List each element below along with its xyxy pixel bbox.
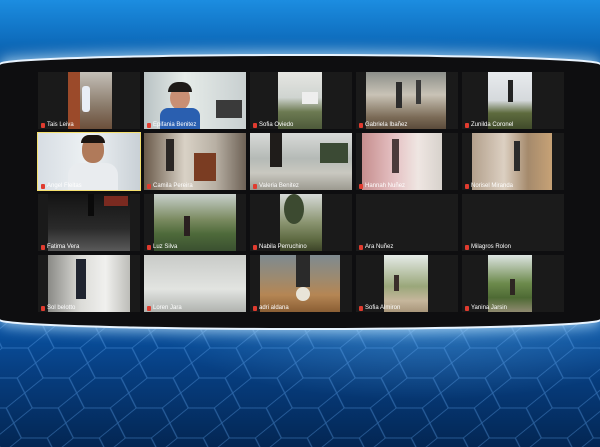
muted-mic-icon [465,244,469,250]
participant-name: Yanina Jarsin [471,305,507,311]
participant-video [38,133,140,190]
muted-mic-icon [465,305,469,311]
muted-mic-icon [41,305,45,311]
participant-name: Epifania Benitez [153,122,197,128]
participant-tile[interactable]: Valeria Benitez [250,133,352,190]
muted-mic-icon [465,122,469,128]
participant-video [48,194,130,251]
participant-video [488,72,532,129]
participant-tile[interactable]: Zunilda Coronel [462,72,564,129]
participant-name: Luz Silva [153,244,178,250]
participant-video [472,133,552,190]
participant-name: Fatima Vera [47,244,80,250]
participant-video [488,255,532,312]
participant-tile[interactable]: Yanina Jarsin [462,255,564,312]
muted-mic-icon [359,183,363,189]
top-background [0,0,600,62]
participant-name: Sofia Oviedo [259,122,294,128]
participant-tile[interactable]: Angel Fleitas [37,132,141,191]
participant-tile[interactable]: Loren Jara [144,255,246,312]
participant-name: Ara Nuñez [365,244,394,250]
muted-mic-icon [359,122,363,128]
participant-name: Sofia Almiron [365,305,401,311]
muted-mic-icon [253,305,257,311]
participant-tile[interactable]: Norisel Miranda [462,133,564,190]
participant-name: Loren Jara [153,305,182,311]
participant-video [462,194,564,251]
participant-video [384,255,428,312]
muted-mic-icon [41,244,45,250]
participant-name: Sol belotto [47,305,76,311]
bottom-hex-background [0,318,600,447]
participant-name: Milagros Rolon [471,244,512,250]
participant-video [260,255,340,312]
muted-mic-icon [41,122,45,128]
participant-video [48,255,130,312]
participant-video [278,72,322,129]
participant-video [366,72,446,129]
participant-name: Angel Fleitas [47,183,82,189]
muted-mic-icon [359,305,363,311]
participant-tile[interactable]: adri aldana [250,255,352,312]
muted-mic-icon [253,244,257,250]
participant-video [144,255,246,312]
participant-video [280,194,322,251]
muted-mic-icon [253,183,257,189]
participant-tile[interactable]: Luz Silva [144,194,246,251]
muted-mic-icon [147,122,151,128]
participant-tile[interactable]: Sofia Oviedo [250,72,352,129]
participant-tile[interactable]: Camila Pereira [144,133,246,190]
gallery-grid: Tais Leiva Epifania Benitez Sofia Oviedo… [37,72,564,312]
participant-video [144,133,246,190]
muted-mic-icon [41,183,45,189]
muted-mic-icon [359,244,363,250]
participant-name: adri aldana [259,305,289,311]
participant-tile[interactable]: Milagros Rolon [462,194,564,251]
participant-tile[interactable]: Hannah Nuñez [356,133,458,190]
participant-tile[interactable]: Nabila Perruchino [250,194,352,251]
participant-video [356,194,458,251]
participant-name: Gabriela Ibañez [365,122,408,128]
participant-tile[interactable]: Epifania Benitez [144,72,246,129]
participant-video [144,72,246,129]
participant-video [362,133,442,190]
participant-tile[interactable]: Sol belotto [38,255,140,312]
participant-name: Nabila Perruchino [259,244,307,250]
participant-tile[interactable]: Gabriela Ibañez [356,72,458,129]
muted-mic-icon [147,244,151,250]
participant-name: Tais Leiva [47,122,74,128]
participant-name: Hannah Nuñez [365,183,406,189]
participant-name: Valeria Benitez [259,183,299,189]
muted-mic-icon [147,183,151,189]
participant-tile[interactable]: Fatima Vera [38,194,140,251]
muted-mic-icon [465,183,469,189]
participant-name: Zunilda Coronel [471,122,514,128]
participant-video [154,194,236,251]
participant-tile[interactable]: Ara Nuñez [356,194,458,251]
participant-video [68,72,112,129]
muted-mic-icon [147,305,151,311]
participant-name: Camila Pereira [153,183,193,189]
participant-video [250,133,352,190]
participant-tile[interactable]: Sofia Almiron [356,255,458,312]
hex-pattern [0,318,600,447]
participant-tile[interactable]: Tais Leiva [38,72,140,129]
participant-name: Norisel Miranda [471,183,514,189]
muted-mic-icon [253,122,257,128]
